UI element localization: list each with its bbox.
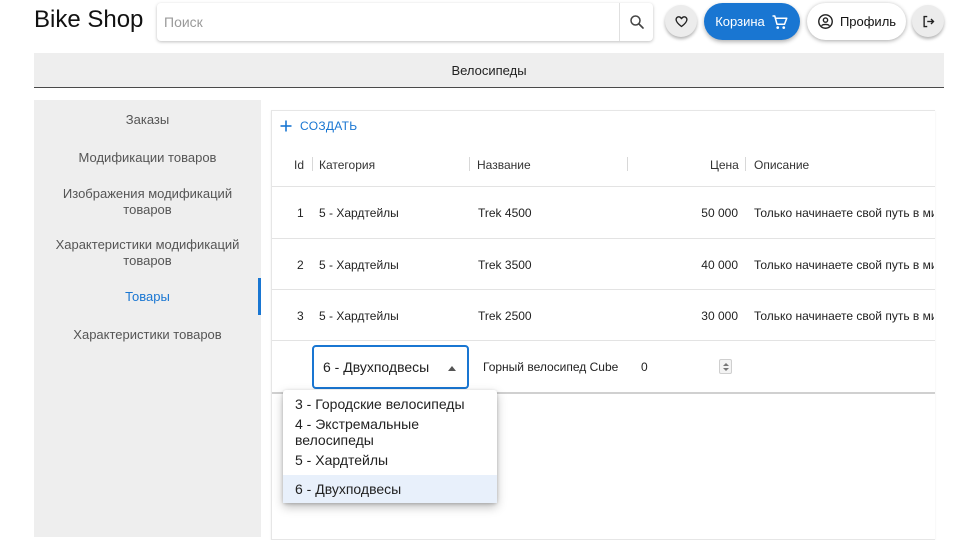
cart-label: Корзина [715, 14, 765, 29]
sidebar-item-modification-characteristics[interactable]: Характеристики модификаций товаров [34, 237, 261, 269]
column-header-description[interactable]: Описание [754, 158, 809, 172]
sidebar-item-modification-images[interactable]: Изображения модификаций товаров [34, 186, 261, 218]
profile-button[interactable]: Профиль [807, 3, 906, 40]
page-title-bar: Велосипеды [34, 53, 944, 88]
dropdown-option[interactable]: 5 - Хардтейлы [283, 446, 497, 474]
column-header-price[interactable]: Цена [710, 158, 739, 172]
chevron-up-icon [448, 366, 456, 371]
logout-button[interactable] [912, 5, 944, 37]
cell-price: 50 000 [701, 206, 738, 220]
stepper-down-icon [722, 367, 729, 371]
price-input[interactable]: 0 [641, 360, 648, 374]
cell-name: Trek 4500 [478, 206, 532, 220]
logout-icon [922, 15, 934, 27]
column-header-category[interactable]: Категория [319, 158, 375, 172]
row-divider [272, 289, 935, 290]
cell-name: Trek 3500 [478, 258, 532, 272]
cell-price: 30 000 [701, 309, 738, 323]
cell-price: 40 000 [701, 258, 738, 272]
cell-description: Только начинаете свой путь в мир [754, 206, 934, 220]
column-separator[interactable] [745, 157, 746, 171]
category-select[interactable]: 6 - Двухподвесы [312, 345, 469, 389]
cell-id: 2 [297, 258, 304, 272]
cell-description: Только начинаете свой путь в мир [754, 309, 934, 323]
column-header-name[interactable]: Название [477, 158, 531, 172]
dropdown-option[interactable]: 3 - Городские велосипеды [283, 390, 497, 418]
account-icon [818, 14, 833, 29]
cell-category: 5 - Хардтейлы [319, 206, 399, 220]
column-separator[interactable] [312, 157, 313, 171]
price-stepper[interactable] [719, 359, 732, 374]
cart-button[interactable]: Корзина [704, 3, 800, 40]
column-header-id[interactable]: Id [294, 158, 304, 172]
heart-icon [674, 15, 688, 27]
search-icon [629, 15, 644, 29]
sidebar-item-product-characteristics[interactable]: Характеристики товаров [34, 327, 261, 343]
plus-icon [280, 120, 292, 132]
row-divider [272, 340, 935, 341]
sidebar: Заказы Модификации товаров Изображения м… [34, 100, 261, 537]
cell-id: 1 [297, 206, 304, 220]
stepper-up-icon [722, 362, 729, 366]
search-button[interactable] [620, 3, 653, 41]
row-divider [272, 238, 935, 239]
cell-id: 3 [297, 309, 304, 323]
cell-name: Trek 2500 [478, 309, 532, 323]
row-divider [272, 186, 935, 187]
column-separator[interactable] [469, 157, 470, 171]
sidebar-item-products[interactable]: Товары [34, 289, 261, 305]
name-input[interactable]: Горный велосипед Cube [483, 360, 618, 374]
column-separator[interactable] [627, 157, 628, 171]
create-button[interactable]: СОЗДАТЬ [279, 119, 357, 133]
brand-title[interactable]: Bike Shop [34, 6, 143, 34]
search-input[interactable] [157, 3, 619, 41]
sidebar-item-product-modifications[interactable]: Модификации товаров [34, 150, 261, 166]
sidebar-active-indicator [258, 278, 261, 315]
favorites-button[interactable] [665, 5, 697, 37]
cell-category: 5 - Хардтейлы [319, 258, 399, 272]
search-box [157, 3, 653, 41]
cart-icon [772, 14, 788, 29]
page-title: Велосипеды [451, 62, 527, 78]
profile-label: Профиль [839, 14, 897, 29]
create-label: СОЗДАТЬ [300, 119, 358, 133]
cell-description: Только начинаете свой путь в мир [754, 258, 934, 272]
dropdown-option[interactable]: 4 - Экстремальные велосипеды [283, 416, 497, 448]
category-dropdown-menu: 3 - Городские велосипеды 4 - Экстремальн… [283, 390, 497, 503]
category-select-value: 6 - Двухподвесы [323, 359, 430, 375]
cell-category: 5 - Хардтейлы [319, 309, 399, 323]
dropdown-option-selected[interactable]: 6 - Двухподвесы [283, 475, 497, 503]
sidebar-item-orders[interactable]: Заказы [34, 112, 261, 128]
